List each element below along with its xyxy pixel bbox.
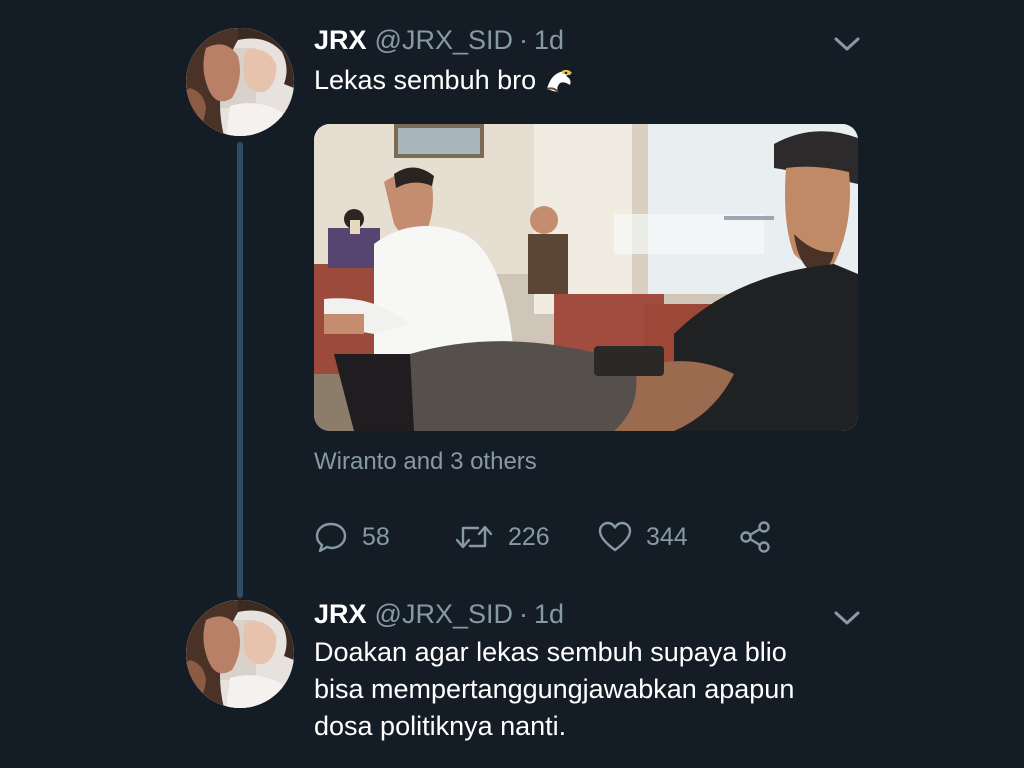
separator-dot: · (518, 25, 528, 55)
tweet[interactable]: JRX @JRX_SID · 1d Lekas sembuh bro Wiran… (0, 0, 1024, 590)
tweet-text: Doakan agar lekas sembuh supaya blio bis… (314, 634, 914, 745)
tweet-text-line: Lekas sembuh bro (314, 62, 914, 99)
like-icon (598, 520, 632, 554)
tweet-header: JRX @JRX_SID · 1d (314, 22, 564, 58)
display-name[interactable]: JRX (314, 596, 367, 632)
tweet-text-line: Doakan agar lekas sembuh supaya blio (314, 637, 787, 667)
avatar[interactable] (186, 28, 294, 136)
tweet-photo[interactable] (314, 124, 858, 431)
tagged-users-link[interactable]: Wiranto and 3 others (314, 446, 537, 478)
separator-dot: · (518, 599, 528, 629)
reply-button[interactable]: 58 (314, 515, 390, 559)
tweet-actions: 58 226 344 (314, 515, 814, 559)
like-button[interactable]: 344 (598, 515, 688, 559)
tweet-text: Lekas sembuh bro (314, 62, 914, 99)
timestamp[interactable]: 1d (534, 596, 564, 632)
reply-count: 58 (362, 522, 390, 551)
tweet-header: JRX @JRX_SID · 1d (314, 596, 564, 632)
user-handle[interactable]: @JRX_SID (375, 22, 513, 58)
retweet-icon (454, 520, 494, 554)
like-count: 344 (646, 522, 688, 551)
tweet[interactable]: JRX @JRX_SID · 1d Doakan agar lekas semb… (0, 590, 1024, 768)
tweet-text-line: dosa politiknya nanti. (314, 711, 567, 741)
eagle-emoji (544, 65, 574, 93)
avatar[interactable] (186, 600, 294, 708)
share-button[interactable] (738, 515, 772, 559)
timestamp[interactable]: 1d (534, 22, 564, 58)
chevron-down-icon[interactable] (832, 34, 862, 54)
retweet-button[interactable]: 226 (454, 515, 550, 559)
display-name[interactable]: JRX (314, 22, 367, 58)
reply-icon (314, 520, 348, 554)
share-icon (738, 520, 772, 554)
tweet-text-line: bisa mempertanggungjawabkan apapun (314, 674, 795, 704)
chevron-down-icon[interactable] (832, 608, 862, 628)
retweet-count: 226 (508, 522, 550, 551)
user-handle[interactable]: @JRX_SID (375, 596, 513, 632)
tweet-thread-page: JRX @JRX_SID · 1d Lekas sembuh bro Wiran… (0, 0, 1024, 768)
